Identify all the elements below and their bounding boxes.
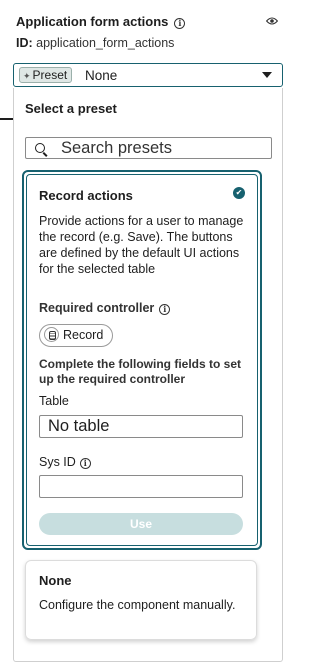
checkmark-icon: ✔	[233, 187, 245, 199]
preset-card-record-actions[interactable]: Record actions ✔ Provide actions for a u…	[22, 170, 262, 550]
panel-title: Select a preset	[25, 101, 117, 116]
database-icon	[44, 327, 59, 342]
preset-card-title: None	[39, 573, 72, 588]
preset-select-value: None	[85, 68, 118, 83]
preset-pill: ✦ Preset	[19, 67, 73, 83]
table-field[interactable]: No table	[39, 415, 243, 438]
info-icon[interactable]: i	[159, 304, 171, 315]
id-label: ID:	[16, 36, 33, 50]
eye-icon[interactable]	[266, 16, 278, 26]
search-input[interactable]	[61, 139, 266, 157]
preset-dropdown-panel: Select a preset Record actions ✔ Provide…	[13, 88, 283, 662]
required-controller-row: Required controller i	[39, 301, 171, 315]
property-header: Application form actions i ID: applicatio…	[16, 14, 278, 54]
divider-line	[0, 118, 14, 120]
setup-instructions: Complete the following fields to set up …	[39, 357, 242, 386]
property-title-row: Application form actions i	[16, 14, 186, 29]
info-icon[interactable]: i	[79, 458, 91, 469]
controller-chip: Record	[39, 324, 114, 347]
controller-chip-label: Record	[63, 328, 104, 342]
info-icon[interactable]: i	[174, 18, 186, 29]
search-icon	[35, 143, 45, 153]
property-title: Application form actions	[16, 14, 169, 29]
required-controller-label: Required controller	[39, 301, 155, 315]
preset-card-description: Provide actions for a user to manage the…	[39, 214, 244, 276]
wand-icon: ✦	[23, 71, 31, 81]
sysid-field[interactable]	[39, 475, 243, 498]
search-box[interactable]	[25, 137, 272, 159]
sysid-label: Sys ID	[39, 455, 76, 469]
preset-pill-label: Preset	[32, 68, 68, 82]
chevron-down-icon[interactable]	[262, 72, 272, 78]
id-value: application_form_actions	[36, 36, 175, 50]
preset-card-description: Configure the component manually.	[39, 598, 236, 612]
table-label: Table	[39, 394, 69, 408]
preset-card-title: Record actions	[39, 188, 133, 203]
property-id-row: ID: application_form_actions	[16, 36, 174, 50]
sysid-label-row: Sys ID i	[39, 455, 91, 469]
preset-card-none[interactable]: None Configure the component manually.	[25, 560, 257, 640]
preset-select[interactable]: ✦ Preset None	[13, 63, 283, 87]
use-button[interactable]: Use	[39, 513, 243, 535]
